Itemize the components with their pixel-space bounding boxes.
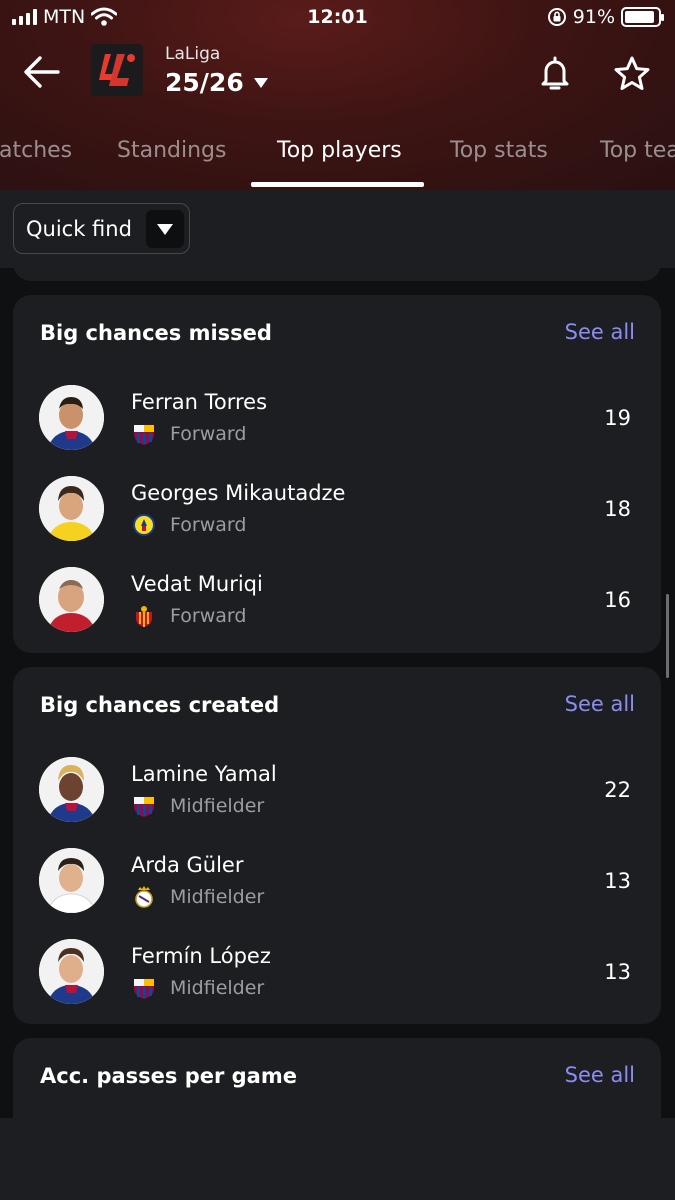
player-avatar bbox=[39, 385, 104, 450]
tab-top-stats[interactable]: Top stats bbox=[450, 138, 548, 163]
previous-card bbox=[13, 262, 661, 281]
tab-matches[interactable]: atches bbox=[0, 138, 72, 163]
caret-down-icon bbox=[253, 77, 268, 88]
star-icon bbox=[614, 56, 650, 90]
stat-value: 19 bbox=[604, 406, 631, 430]
laliga-logo bbox=[91, 44, 143, 96]
player-name: Georges Mikautadze bbox=[131, 481, 346, 505]
bottom-bar bbox=[0, 1118, 675, 1200]
battery-fill bbox=[625, 11, 655, 23]
player-position: Forward bbox=[170, 514, 247, 536]
notifications-button[interactable] bbox=[536, 54, 574, 92]
player-row[interactable]: Ferran Torres Forward 19 bbox=[13, 385, 661, 475]
card-title: Big chances created bbox=[40, 693, 280, 717]
status-bar: MTN 12:01 91% bbox=[0, 0, 675, 34]
fc-barcelona-crest-icon bbox=[132, 794, 156, 818]
player-avatar bbox=[39, 939, 104, 1004]
arrow-left-icon bbox=[24, 56, 60, 88]
quick-find-dropdown[interactable]: Quick find bbox=[13, 203, 190, 254]
season-label: 25/26 bbox=[165, 68, 244, 97]
player-avatar bbox=[39, 567, 104, 632]
stat-value: 22 bbox=[604, 778, 631, 802]
player-row[interactable]: Lamine Yamal Midfielder 22 bbox=[13, 757, 661, 847]
rcd-mallorca-crest-icon bbox=[132, 604, 156, 628]
active-tab-indicator bbox=[251, 182, 424, 187]
fc-barcelona-crest-icon bbox=[132, 976, 156, 1000]
player-avatar bbox=[39, 476, 104, 541]
player-name: Arda Güler bbox=[131, 853, 244, 877]
see-all-link[interactable]: See all bbox=[565, 692, 635, 716]
stat-value: 13 bbox=[604, 869, 631, 893]
player-position: Midfielder bbox=[170, 886, 265, 908]
header: MTN 12:01 91% LaLiga 25/26 atches Standi… bbox=[0, 0, 675, 190]
dropdown-arrow-icon bbox=[146, 210, 184, 248]
real-madrid-crest-icon bbox=[132, 885, 156, 909]
tab-standings[interactable]: Standings bbox=[117, 138, 226, 163]
battery-percent: 91% bbox=[572, 6, 615, 28]
tab-top-players[interactable]: Top players bbox=[277, 138, 402, 163]
stat-card-big-chances-created: Big chances created See all Lamine Yamal… bbox=[13, 667, 661, 1024]
player-position: Midfielder bbox=[170, 977, 265, 999]
scrollbar[interactable] bbox=[666, 594, 669, 678]
back-button[interactable] bbox=[22, 52, 62, 92]
player-position: Forward bbox=[170, 605, 247, 627]
stat-value: 16 bbox=[604, 588, 631, 612]
tab-bar: atches Standings Top players Top stats T… bbox=[0, 128, 675, 190]
player-row[interactable]: Vedat Muriqi Forward 16 bbox=[13, 567, 661, 657]
favorite-button[interactable] bbox=[612, 54, 652, 94]
league-name: LaLiga bbox=[165, 44, 221, 64]
stat-card-big-chances-missed: Big chances missed See all Ferran Torres… bbox=[13, 295, 661, 653]
player-avatar bbox=[39, 757, 104, 822]
see-all-link[interactable]: See all bbox=[565, 320, 635, 344]
player-row[interactable]: Fermín López Midfielder 13 bbox=[13, 939, 661, 1029]
season-selector[interactable]: 25/26 bbox=[165, 68, 268, 97]
villarreal-crest-icon bbox=[132, 513, 156, 537]
see-all-link[interactable]: See all bbox=[565, 1063, 635, 1087]
bell-icon bbox=[541, 56, 569, 90]
player-name: Lamine Yamal bbox=[131, 762, 277, 786]
status-right: 91% bbox=[547, 6, 664, 28]
player-position: Midfielder bbox=[170, 795, 265, 817]
player-row[interactable]: Georges Mikautadze Forward 18 bbox=[13, 476, 661, 566]
filter-bar: Quick find bbox=[0, 190, 675, 268]
player-name: Vedat Muriqi bbox=[131, 572, 263, 596]
orientation-lock-icon bbox=[547, 8, 566, 26]
player-name: Ferran Torres bbox=[131, 390, 268, 414]
player-position: Forward bbox=[170, 423, 247, 445]
fc-barcelona-crest-icon bbox=[132, 422, 156, 446]
stat-value: 13 bbox=[604, 960, 631, 984]
card-title: Big chances missed bbox=[40, 321, 272, 345]
player-row[interactable]: Arda Güler Midfielder 13 bbox=[13, 848, 661, 938]
battery-icon bbox=[621, 7, 664, 27]
card-title: Acc. passes per game bbox=[40, 1064, 297, 1088]
stat-value: 18 bbox=[604, 497, 631, 521]
quick-find-label: Quick find bbox=[26, 217, 132, 241]
player-name: Fermín López bbox=[131, 944, 271, 968]
player-avatar bbox=[39, 848, 104, 913]
tab-top-teams[interactable]: Top tea bbox=[600, 138, 675, 163]
